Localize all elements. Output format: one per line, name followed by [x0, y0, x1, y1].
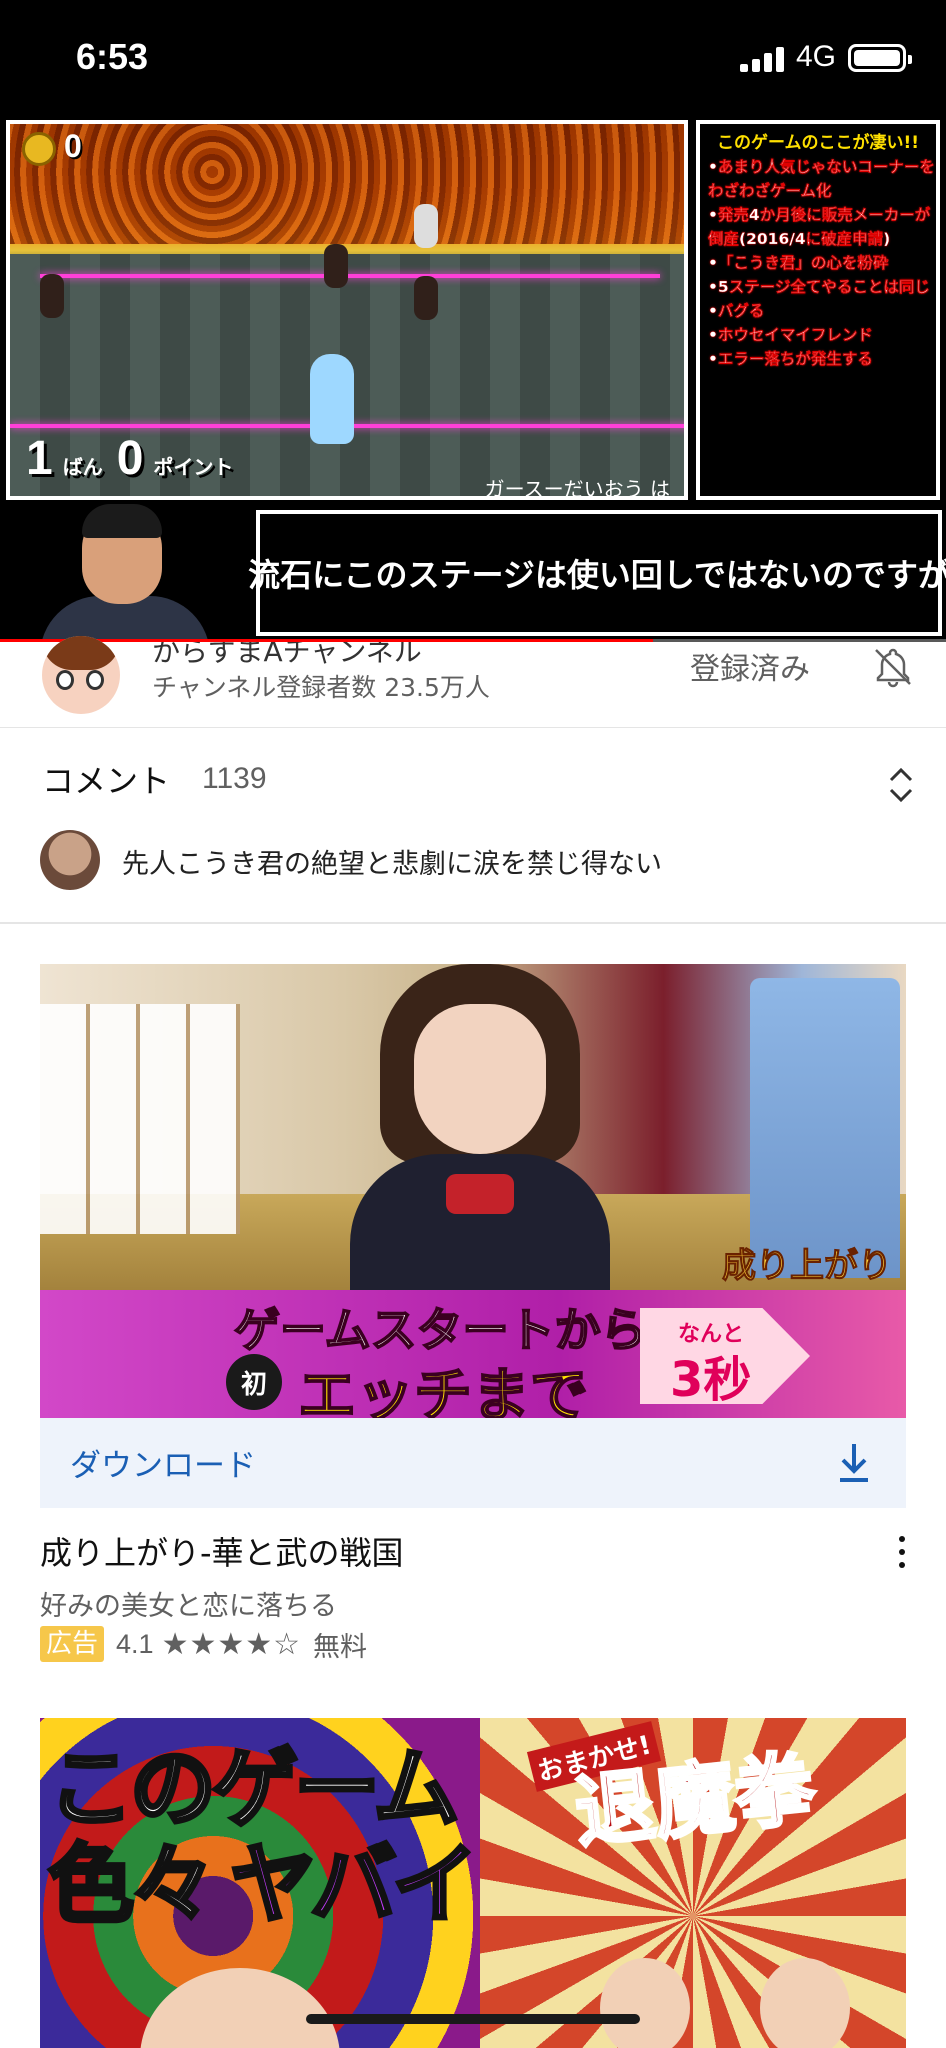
game-footage: 0 1 ばん 0 ポイント ガースーだいおう は — [6, 120, 688, 500]
info-line: わざわざゲーム化 — [708, 182, 832, 200]
next-video-thumbnail[interactable]: このゲーム 色々 ヤバイ おまかせ! 退魔拳 — [40, 1718, 906, 2048]
commenter-avatar — [40, 830, 100, 890]
download-button[interactable]: ダウンロード — [40, 1418, 906, 1508]
info-panel: このゲームのここが凄い!! •あまり人気じゃないコーナーを わざわざゲーム化 •… — [696, 120, 940, 500]
status-time: 6:53 — [76, 36, 149, 77]
info-line: •エラー落ちが発生する — [708, 350, 873, 368]
signal-icon — [740, 46, 784, 72]
thumb-text-line2a: 色々 — [46, 1833, 218, 1937]
info-line: •発売4か月後に販売メーカーが — [708, 206, 931, 224]
home-indicator[interactable] — [306, 2014, 640, 2024]
info-line: •「こうき君」の心を粉砕 — [708, 254, 889, 272]
more-options-icon[interactable] — [890, 1530, 914, 1574]
info-line: 倒産(2016/4に破産申請) — [708, 230, 891, 248]
ad-price: 無料 — [313, 1631, 368, 1663]
ad-meta: 広告 4.1 ★★★★☆ 無料 — [40, 1626, 368, 1663]
coin-icon — [22, 132, 56, 166]
ad-rating: 4.1 — [116, 1628, 154, 1659]
subscribed-button[interactable]: 登録済み — [690, 644, 810, 688]
player-character — [310, 354, 354, 444]
ad-banner-first-badge: 初 — [226, 1354, 282, 1410]
bell-off-icon[interactable] — [870, 644, 916, 690]
thumb-text-line2b: ヤバイ — [228, 1833, 480, 1937]
comments-label: コメント — [42, 762, 171, 800]
top-comment: 先人こうき君の絶望と悲劇に涙を禁じ得ない — [122, 849, 662, 880]
comments-count: 1139 — [202, 762, 267, 795]
hud-score: 1 ばん 0 ポイント — [26, 432, 234, 485]
info-line: •ホウセイマイフレンド — [708, 326, 873, 344]
info-panel-title: このゲームのここが凄い!! — [717, 133, 919, 153]
ad-arrow-big-text: 3秒 — [670, 1352, 752, 1408]
channel-avatar[interactable] — [42, 636, 120, 714]
ad-model — [350, 964, 610, 1314]
ad-banner-line2: エッチまで — [297, 1360, 589, 1418]
ad-badge: 広告 — [40, 1626, 105, 1662]
info-line: •バグる — [708, 302, 765, 320]
ad-game-logo: 成り上がり — [722, 1246, 893, 1287]
ad-image[interactable]: 成り上がり ゲームスタートから 初 エッチまで なんと 3秒 — [40, 964, 906, 1418]
info-line: •あまり人気じゃないコーナーを — [708, 158, 935, 176]
download-label: ダウンロード — [70, 1448, 256, 1484]
ad-subtitle: 好みの美女と恋に落ちる — [40, 1591, 337, 1622]
channel-row[interactable]: からすまAチャンネル チャンネル登録者数 23.5万人 登録済み — [0, 636, 946, 728]
info-line: •5ステージ全てやることは同じ — [708, 278, 930, 296]
hud-coin-count: 0 — [64, 128, 82, 164]
status-bar: 6:53 4G — [0, 0, 946, 114]
download-icon — [834, 1440, 874, 1486]
ad-title[interactable]: 成り上がり-華と武の戦国 — [40, 1528, 404, 1574]
video-subtitle: 流石にこのステージは使い回しではないのですが — [248, 510, 946, 636]
presenter-avatar — [40, 500, 210, 642]
video-player[interactable]: 0 1 ばん 0 ポイント ガースーだいおう は このゲームのここが凄い!! •あまり… — [0, 114, 946, 642]
game-caption: ガースーだいおう は — [484, 477, 670, 500]
expand-comments-icon[interactable] — [884, 760, 918, 810]
network-label: 4G — [796, 40, 837, 73]
rating-stars-icon: ★★★★☆ — [161, 1626, 302, 1662]
comments-section[interactable]: コメント 1139 先人こうき君の絶望と悲劇に涙を禁じ得ない — [0, 730, 946, 924]
channel-subscribers: チャンネル登録者数 23.5万人 — [152, 673, 490, 702]
battery-icon — [848, 44, 912, 72]
